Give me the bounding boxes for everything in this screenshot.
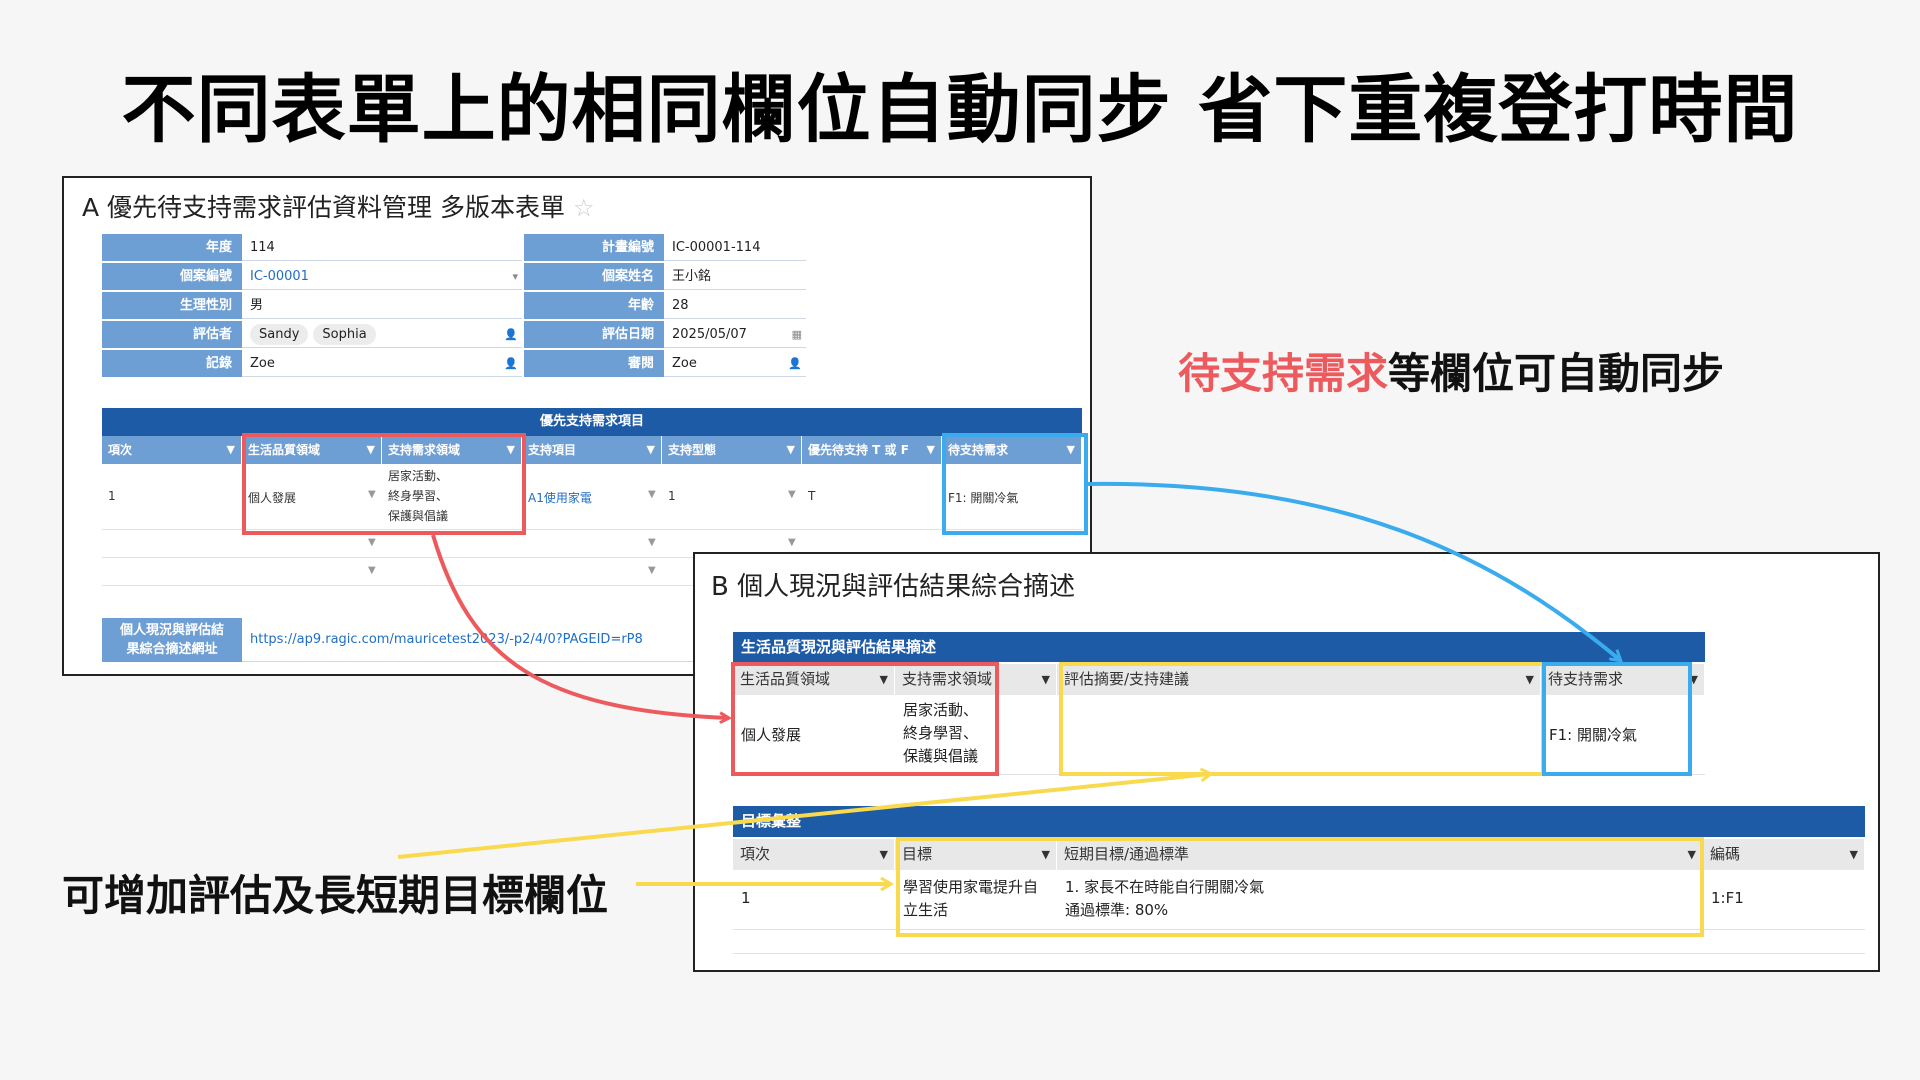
red-highlight-box bbox=[242, 433, 526, 535]
case-id-link[interactable]: IC-00001 bbox=[250, 269, 309, 284]
caret-down-icon[interactable]: ▼ bbox=[368, 537, 376, 548]
sync-highlight-text: 待支持需求 bbox=[1178, 349, 1389, 398]
col-tf[interactable]: 優先待支持 T 或 F ▼ bbox=[802, 436, 942, 464]
col-label: 項次 bbox=[108, 443, 133, 457]
field-value-sex[interactable]: 男 bbox=[242, 292, 522, 319]
table2-title: 目標彙整 bbox=[733, 806, 1865, 837]
form-b-panel: B 個人現況與評估結果綜合摘述 生活品質現況與評估結果摘述 生活品質領域 ▼ 支持… bbox=[693, 552, 1880, 972]
date-value: 2025/05/07 bbox=[672, 327, 747, 342]
recorder-value: Zoe bbox=[250, 356, 275, 371]
caret-down-icon[interactable]: ▼ bbox=[1042, 664, 1050, 695]
field-label: 個人現況與評估結 果綜合摘述網址 bbox=[102, 618, 242, 662]
field-year: 年度 114 bbox=[102, 234, 522, 263]
field-label: 評估者 bbox=[102, 321, 242, 348]
field-case-id: 個案編號 IC-00001 ▾ bbox=[102, 263, 522, 292]
field-recorder: 記錄 Zoe 👤 bbox=[102, 350, 522, 379]
add-fields-annotation: 可增加評估及長短期目標欄位 bbox=[62, 871, 609, 920]
blue-highlight-box bbox=[1542, 662, 1692, 776]
summary-url-link[interactable]: https://ap9.ragic.com/mauricetest2023/-p… bbox=[242, 618, 742, 662]
table1-title: 生活品質現況與評估結果摘述 bbox=[733, 632, 1705, 662]
field-sex: 生理性別 男 bbox=[102, 292, 522, 321]
caret-down-icon[interactable]: ▼ bbox=[788, 489, 796, 500]
caret-down-icon[interactable]: ▼ bbox=[648, 537, 656, 548]
assessor-chip[interactable]: Sophia bbox=[313, 324, 376, 345]
form-b-title: B 個人現況與評估結果綜合摘述 bbox=[711, 572, 1076, 602]
caret-down-icon[interactable]: ▼ bbox=[368, 565, 376, 576]
field-value-assessor[interactable]: Sandy Sophia 👤 bbox=[242, 321, 522, 348]
caret-down-icon[interactable]: ▼ bbox=[927, 436, 935, 464]
col-label: 優先待支持 T 或 F bbox=[808, 443, 909, 457]
row-item-link[interactable]: A1使用家電 bbox=[528, 489, 592, 506]
col-code[interactable]: 編碼 ▼ bbox=[1703, 839, 1865, 870]
field-assessor: 評估者 Sandy Sophia 👤 bbox=[102, 321, 522, 350]
caret-down-icon[interactable]: ▼ bbox=[648, 489, 656, 500]
red-highlight-box bbox=[731, 662, 999, 776]
field-label: 年度 bbox=[102, 234, 242, 261]
form-a-title-text: A 優先待支持需求評估資料管理 多版本表單 bbox=[82, 193, 565, 222]
calendar-icon[interactable]: ▦ bbox=[792, 321, 802, 347]
col-type[interactable]: 支持型態 ▼ bbox=[662, 436, 802, 464]
yellow-highlight-box bbox=[1059, 662, 1545, 776]
field-summary-url: 個人現況與評估結 果綜合摘述網址 https://ap9.ragic.com/m… bbox=[102, 618, 742, 662]
field-plan-id: 計畫編號 IC-00001-114 bbox=[524, 234, 806, 263]
field-value-age[interactable]: 28 bbox=[664, 292, 806, 319]
yellow-highlight-box bbox=[896, 837, 1704, 937]
user-icon[interactable]: 👤 bbox=[504, 350, 518, 376]
caret-down-icon[interactable]: ▼ bbox=[1850, 839, 1858, 870]
field-value-case-id[interactable]: IC-00001 ▾ bbox=[242, 263, 522, 290]
col-label: 項次 bbox=[740, 845, 771, 863]
field-reviewer: 審閱 Zoe 👤 bbox=[524, 350, 806, 379]
field-label: 年齡 bbox=[524, 292, 664, 319]
caret-down-icon[interactable]: ▼ bbox=[880, 839, 888, 870]
col-no[interactable]: 項次 ▼ bbox=[102, 436, 242, 464]
field-label: 個案姓名 bbox=[524, 263, 664, 290]
field-label: 記錄 bbox=[102, 350, 242, 377]
field-value-case-name[interactable]: 王小銘 bbox=[664, 263, 806, 290]
reviewer-value: Zoe bbox=[672, 356, 697, 371]
star-icon[interactable]: ☆ bbox=[573, 194, 595, 222]
col-label: 支持項目 bbox=[528, 443, 577, 457]
url-label-line: 果綜合摘述網址 bbox=[126, 642, 218, 657]
field-date: 評估日期 2025/05/07 ▦ bbox=[524, 321, 806, 350]
user-icon[interactable]: 👤 bbox=[504, 321, 518, 347]
field-age: 年齡 28 bbox=[524, 292, 806, 321]
caret-down-icon[interactable]: ▾ bbox=[512, 263, 518, 289]
field-value-recorder[interactable]: Zoe 👤 bbox=[242, 350, 522, 377]
caret-down-icon[interactable]: ▼ bbox=[648, 565, 656, 576]
col-label: 支持型態 bbox=[668, 443, 717, 457]
form-a-fields-right: 計畫編號 IC-00001-114 個案姓名 王小銘 年齡 28 評估日期 20… bbox=[524, 234, 806, 379]
row-type[interactable]: 1 bbox=[668, 489, 676, 503]
row-no: 1 bbox=[108, 489, 116, 503]
caret-down-icon[interactable]: ▼ bbox=[647, 436, 655, 464]
field-label: 生理性別 bbox=[102, 292, 242, 319]
field-value-year[interactable]: 114 bbox=[242, 234, 522, 261]
subtable-title: 優先支持需求項目 bbox=[102, 408, 1082, 436]
blue-highlight-box bbox=[942, 433, 1088, 535]
user-icon[interactable]: 👤 bbox=[788, 350, 802, 376]
row-code[interactable]: 1:F1 bbox=[1711, 889, 1744, 907]
caret-down-icon[interactable]: ▼ bbox=[787, 436, 795, 464]
col-no[interactable]: 項次 ▼ bbox=[733, 839, 895, 870]
field-label: 審閱 bbox=[524, 350, 664, 377]
field-label: 個案編號 bbox=[102, 263, 242, 290]
caret-down-icon[interactable]: ▼ bbox=[227, 436, 235, 464]
caret-down-icon[interactable]: ▼ bbox=[788, 537, 796, 548]
form-a-title: A 優先待支持需求評估資料管理 多版本表單 ☆ bbox=[82, 188, 594, 224]
col-item[interactable]: 支持項目 ▼ bbox=[522, 436, 662, 464]
sync-annotation: 待支持需求等欄位可自動同步 bbox=[1178, 340, 1724, 401]
assessor-chip[interactable]: Sandy bbox=[250, 324, 309, 345]
field-value-date[interactable]: 2025/05/07 ▦ bbox=[664, 321, 806, 348]
page-title: 不同表單上的相同欄位自動同步 省下重複登打時間 bbox=[121, 67, 1799, 153]
sync-rest-text: 等欄位可自動同步 bbox=[1388, 349, 1725, 398]
field-label: 評估日期 bbox=[524, 321, 664, 348]
url-label-line: 個人現況與評估結 bbox=[119, 623, 224, 638]
field-value-plan-id[interactable]: IC-00001-114 bbox=[664, 234, 806, 261]
field-label: 計畫編號 bbox=[524, 234, 664, 261]
form-a-fields-left: 年度 114 個案編號 IC-00001 ▾ 生理性別 男 評估者 Sandy S… bbox=[102, 234, 522, 379]
row-tf[interactable]: T bbox=[808, 489, 815, 503]
field-value-reviewer[interactable]: Zoe 👤 bbox=[664, 350, 806, 377]
col-label: 編碼 bbox=[1710, 845, 1741, 863]
field-case-name: 個案姓名 王小銘 bbox=[524, 263, 806, 292]
row-no: 1 bbox=[741, 889, 751, 907]
